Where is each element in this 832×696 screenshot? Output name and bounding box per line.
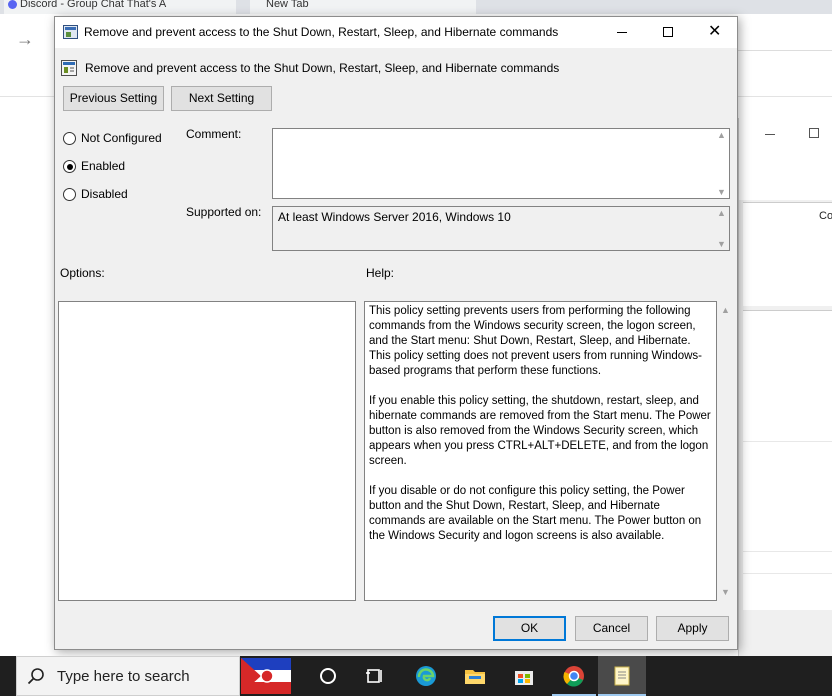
apply-button[interactable]: Apply (656, 616, 729, 641)
radio-label: Disabled (81, 187, 128, 201)
radio-circle[interactable] (63, 188, 76, 201)
minimize-button[interactable] (599, 17, 645, 48)
divider (743, 551, 832, 552)
radio-label: Enabled (81, 159, 126, 173)
maximize-icon[interactable] (809, 128, 819, 138)
maximize-button[interactable] (645, 17, 691, 48)
divider (0, 96, 54, 97)
window-title: Remove and prevent access to the Shut Do… (84, 25, 559, 39)
divider (738, 96, 832, 97)
cancel-button[interactable]: Cancel (575, 616, 648, 641)
help-label: Help: (366, 266, 395, 280)
scroll-up-icon[interactable]: ▲ (721, 305, 730, 315)
close-icon: ✕ (708, 23, 722, 40)
scroll-down-icon[interactable]: ▼ (717, 187, 726, 197)
comment-scrollbar[interactable]: ▲ ▼ (715, 129, 729, 198)
help-scrollbar[interactable]: ▲ ▼ (717, 301, 733, 601)
supported-on-label: Supported on: (186, 205, 262, 219)
policy-app-icon (63, 25, 78, 39)
taskbar: Type here to search (0, 656, 832, 696)
browser-tab-discord[interactable]: Discord - Group Chat That's A (4, 0, 236, 14)
scroll-down-icon[interactable]: ▼ (717, 239, 726, 249)
taskbar-search-box[interactable]: Type here to search (16, 656, 240, 696)
radio-circle-selected[interactable] (63, 160, 76, 173)
comment-label: Comment: (186, 127, 242, 141)
previous-setting-button[interactable]: Previous Setting (63, 86, 164, 111)
help-panel[interactable]: This policy setting prevents users from … (364, 301, 717, 601)
divider (743, 573, 832, 574)
minimize-icon[interactable] (765, 134, 775, 135)
policy-setting-icon (61, 60, 77, 76)
minimize-icon (617, 32, 627, 33)
scroll-up-icon[interactable]: ▲ (717, 208, 726, 218)
search-icon (27, 668, 44, 685)
setting-title: Remove and prevent access to the Shut Do… (85, 61, 560, 75)
background-window-list (743, 310, 832, 610)
scroll-up-icon[interactable]: ▲ (717, 130, 726, 140)
policy-setting-dialog: Remove and prevent access to the Shut Do… (54, 16, 738, 650)
options-panel (58, 301, 356, 601)
taskbar-active-app[interactable] (598, 656, 646, 696)
divider (743, 441, 832, 442)
radio-label: Not Configured (81, 131, 162, 145)
divider (738, 50, 832, 51)
close-button[interactable]: ✕ (691, 17, 737, 48)
file-explorer-icon[interactable] (463, 664, 487, 688)
maximize-icon (663, 27, 673, 37)
scroll-down-icon[interactable]: ▼ (721, 587, 730, 597)
discord-icon (8, 0, 17, 9)
comment-textarea[interactable]: ▲ ▼ (272, 128, 730, 199)
next-setting-button[interactable]: Next Setting (171, 86, 272, 111)
browser-tab-label: New Tab (266, 0, 309, 10)
chrome-icon[interactable] (562, 664, 586, 688)
search-placeholder: Type here to search (57, 668, 190, 685)
cortana-icon[interactable] (316, 664, 340, 688)
background-window-pane: Cor (743, 202, 832, 306)
browser-tab-label: Discord - Group Chat That's A (20, 0, 167, 10)
forward-arrow-icon[interactable]: → (16, 29, 34, 50)
supported-on-field: At least Windows Server 2016, Windows 10… (272, 206, 730, 251)
background-window-titlebar (739, 118, 832, 200)
browser-tab-new[interactable]: New Tab (250, 0, 476, 14)
store-icon[interactable] (512, 664, 536, 688)
supported-scrollbar[interactable]: ▲ ▼ (715, 207, 729, 250)
flag-badge-icon[interactable] (241, 658, 291, 694)
title-bar[interactable]: Remove and prevent access to the Shut Do… (55, 17, 737, 48)
task-view-icon[interactable] (363, 664, 387, 688)
background-window: Cor (738, 118, 832, 656)
supported-on-value: At least Windows Server 2016, Windows 10 (278, 210, 511, 224)
radio-circle[interactable] (63, 132, 76, 145)
options-label: Options: (60, 266, 105, 280)
column-header: Cor (819, 210, 832, 222)
browser-tab-strip: Discord - Group Chat That's A New Tab (0, 0, 832, 14)
notepad-icon[interactable] (610, 664, 634, 688)
ok-button[interactable]: OK (493, 616, 566, 641)
help-text: This policy setting prevents users from … (369, 305, 711, 542)
edge-icon[interactable] (414, 664, 438, 688)
